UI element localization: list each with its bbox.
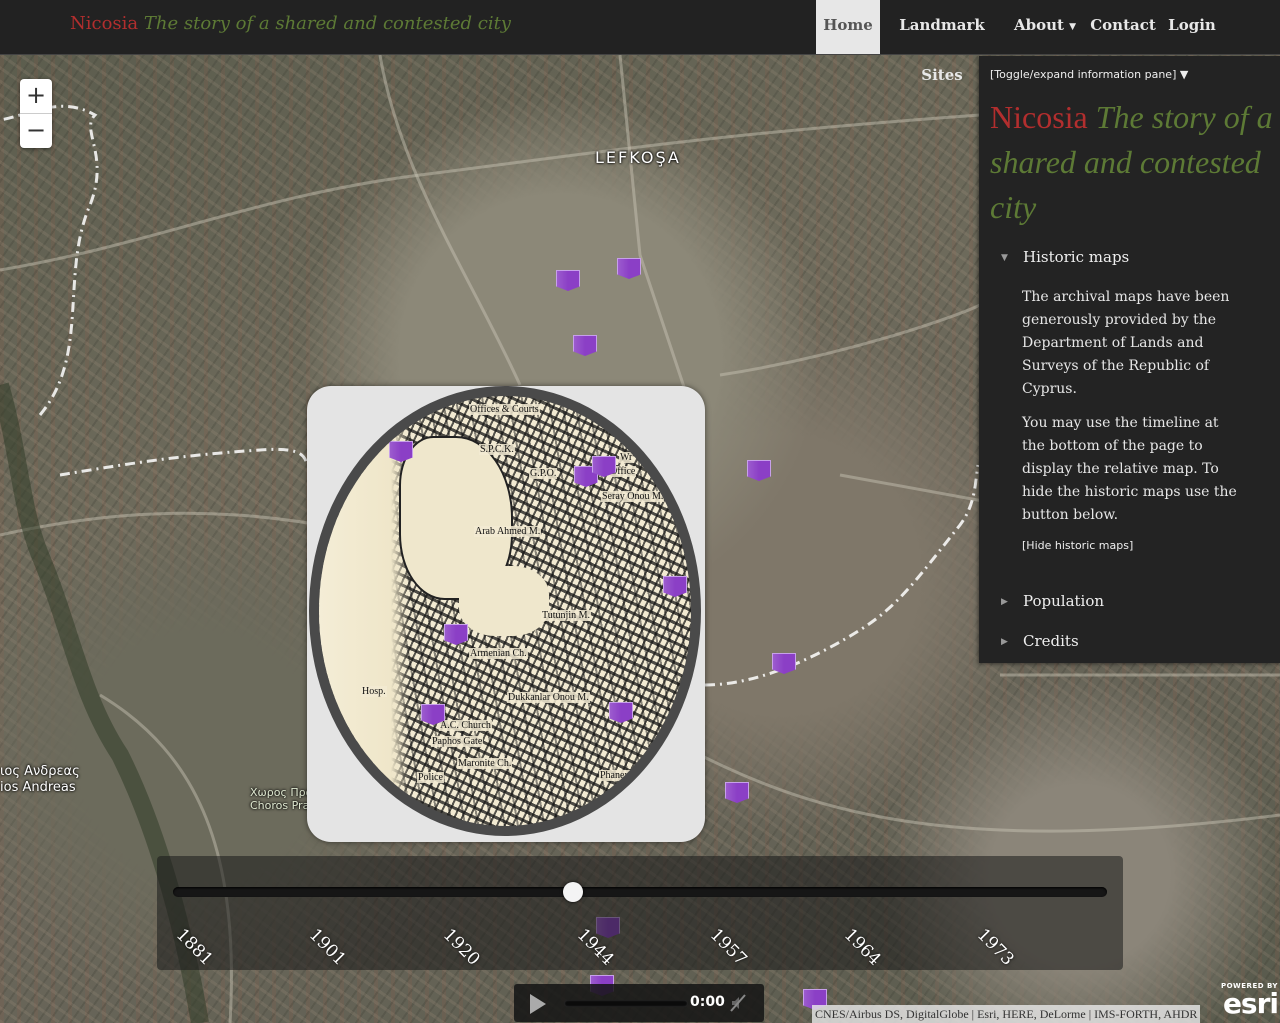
hide-historic-maps-link[interactable]: [Hide historic maps] [1022,539,1133,552]
site-brand[interactable]: Nicosia The story of a shared and contes… [70,13,511,34]
timeline-year-1973[interactable]: 1973 [973,925,1018,970]
timeline-slider-track[interactable] [173,887,1107,897]
pane-title: Nicosia The story of a shared and contes… [990,95,1275,230]
play-icon[interactable] [530,994,546,1014]
map-label-choros-latin: Choros Pra [250,799,310,812]
nav-home[interactable]: Home [816,0,880,54]
historic-map-text: Phaneromeni [599,770,654,781]
zoom-control: + − [20,79,52,148]
historic-map-open-area [459,566,549,636]
map-label-choros-greek: Χωρος Πρα [250,786,313,799]
timeline-year-1920[interactable]: 1920 [439,925,484,970]
section-population-label: Population [1023,592,1105,610]
attribution-basemap: Esri, HERE, DeLorme [977,1007,1086,1021]
pane-title-city: Nicosia [990,99,1088,135]
audio-time: 0:00 [690,994,725,1010]
zoom-in-button[interactable]: + [20,79,52,113]
esri-logo[interactable]: POWERED BY esri [1208,982,1279,1022]
chevron-right-icon: ▶ [1001,637,1008,647]
timeline-panel: 1881 1901 1920 1944 1957 1964 1973 [157,856,1123,970]
historic-map-text: S.P.C.K. [479,444,515,455]
attribution-data: IMS-FORTH, AHDR [1094,1007,1198,1021]
historic-map-text: Offices & Courts [469,404,540,415]
section-historic-maps-label: Historic maps [1023,248,1130,266]
historic-map-text: Arab Ahmed M. [474,526,542,537]
historic-map-text: Police [417,772,444,783]
historic-map-text: Wr [619,452,634,463]
map-label-agios-andreas: ιος Ανδρεας ios Andreas [0,764,80,796]
chevron-down-icon: ▼ [1001,253,1008,263]
brand-city: Nicosia [70,13,139,34]
map-label-choros: Χωρος Πρα Choros Pra [250,786,313,812]
historic-map-text: A.C. Church [439,720,492,731]
top-navbar: Nicosia The story of a shared and contes… [0,0,1280,84]
map-marker-icon[interactable] [444,624,468,645]
map-marker-icon[interactable] [609,702,633,723]
historic-map-text: Tutunjin M. [541,610,591,621]
attribution-imagery: CNES/Airbus DS, DigitalGlobe [815,1007,969,1021]
historic-map-image: Offices & Courts S.P.C.K. G.P.O. Wr Offi… [309,386,701,836]
section-credits-label: Credits [1023,632,1079,650]
historic-map-text: Dukkanlar Onou M. [507,692,590,703]
section-credits[interactable]: ▶ Credits [1001,632,1079,650]
audio-progress-bar[interactable] [564,1000,688,1007]
audio-player: 0:00 [514,984,764,1022]
toggle-information-pane[interactable]: [Toggle/expand information pane] ▼ [990,68,1188,81]
map-label-andreas-latin: ios Andreas [0,780,76,795]
historic-maps-paragraph-2: You may use the timeline at the bottom o… [1022,415,1237,523]
timeline-year-1881[interactable]: 1881 [172,925,217,970]
nav-about-label: About [1013,16,1064,34]
nav-login[interactable]: Login [1164,0,1220,54]
zoom-out-button[interactable]: − [20,113,52,148]
historic-map-text: Paphos Gate [431,736,484,747]
map-label-andreas-greek: ιος Ανδρεας [0,764,80,779]
caret-down-icon: ▼ [1069,22,1077,32]
historic-map-text: G.P.O. [529,468,558,479]
map-marker-icon[interactable] [663,576,687,597]
section-historic-maps[interactable]: ▼ Historic maps [1001,248,1129,266]
section-population[interactable]: ▶ Population [1001,592,1104,610]
timeline-year-1901[interactable]: 1901 [305,925,350,970]
historic-map-river [319,396,409,826]
historic-map-lens[interactable]: Offices & Courts S.P.C.K. G.P.O. Wr Offi… [307,386,705,842]
nav-about-dropdown[interactable]: About ▼ [1008,0,1082,54]
historic-map-text: Maronite Ch. [457,758,513,769]
nav-landmark-sites[interactable]: Landmark Sites [884,0,1000,84]
esri-logo-text: esri [1222,987,1279,1020]
timeline-year-1944[interactable]: 1944 [573,925,618,970]
map-attribution: CNES/Airbus DS, DigitalGlobe | Esri, HER… [812,1005,1201,1023]
nav-contact[interactable]: Contact [1090,0,1156,54]
timeline-year-1957[interactable]: 1957 [706,925,751,970]
historic-maps-paragraph-1: The archival maps have been generously p… [1022,289,1230,397]
mute-icon[interactable] [730,994,746,1012]
map-label-lefkosa: LEFKOŞA [595,148,681,167]
timeline-year-1964[interactable]: 1964 [840,925,885,970]
historic-map-text: Seray Onou M. [601,491,665,502]
chevron-right-icon: ▶ [1001,597,1008,607]
historic-map-text: Armenian Ch. [469,648,528,659]
information-pane: [Toggle/expand information pane] ▼ Nicos… [979,56,1280,663]
historic-map-text: Hosp. [361,686,387,697]
brand-tagline: The story of a shared and contested city [143,13,511,34]
timeline-slider-handle[interactable] [563,882,583,902]
